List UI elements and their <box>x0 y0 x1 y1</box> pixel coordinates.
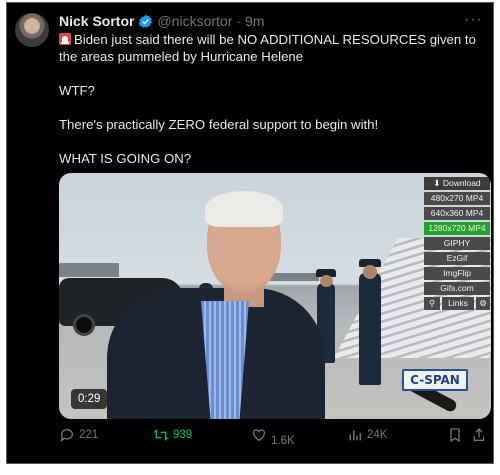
settings-icon[interactable]: ⚙ <box>476 297 490 310</box>
verified-badge-icon <box>139 14 153 28</box>
video-player[interactable]: ⬇ Download 480x270 MP4 640x360 MP4 1280x… <box>59 173 491 419</box>
video-duration: 0:29 <box>71 389 108 409</box>
reply-icon <box>60 429 73 442</box>
share-icon <box>473 428 485 441</box>
reply-count: 221 <box>79 429 99 441</box>
background-officer <box>359 273 381 385</box>
download-option-480[interactable]: 480x270 MP4 <box>424 192 490 205</box>
tweet-line-3: There's practically ZERO federal support… <box>59 117 379 132</box>
tweet-line-1: Biden just said there will be NO ADDITIO… <box>59 32 476 64</box>
tweet-actions: 221 939 1.6K 24K <box>55 427 485 451</box>
tweet-line-2: WTF? <box>59 83 95 98</box>
download-header[interactable]: ⬇ Download <box>424 177 490 190</box>
download-option-gifscom[interactable]: Gifs.com <box>424 282 490 295</box>
tweet-header: Nick Sortor @nicksortor · 9m ··· <box>59 11 483 31</box>
author-name[interactable]: Nick Sortor <box>59 13 134 29</box>
speaker-hair <box>205 191 283 227</box>
like-count: 1.6K <box>271 435 295 447</box>
repost-count: 939 <box>173 429 193 441</box>
tweet-line-4: WHAT IS GOING ON? <box>59 151 192 166</box>
analytics-icon <box>349 430 362 441</box>
reply-button[interactable]: 221 <box>59 427 98 443</box>
like-button[interactable]: 1.6K <box>251 427 295 447</box>
repost-icon <box>153 429 169 441</box>
download-panel: ⬇ Download 480x270 MP4 640x360 MP4 1280x… <box>424 177 490 310</box>
background-building <box>59 263 119 277</box>
views-button[interactable]: 24K <box>347 427 387 443</box>
avatar[interactable] <box>15 13 49 47</box>
download-icon: ⬇ <box>433 178 441 188</box>
bookmark-icon <box>450 428 460 443</box>
share-button[interactable] <box>471 427 487 443</box>
tweet-card: Nick Sortor @nicksortor · 9m ··· Biden j… <box>6 2 494 464</box>
download-option-giphy[interactable]: GIPHY <box>424 237 490 250</box>
download-option-1280[interactable]: 1280x720 MP4 <box>424 222 490 235</box>
separator-dot: · <box>236 13 242 29</box>
search-icon[interactable]: ⚲ <box>424 297 440 310</box>
author-handle[interactable]: @nicksortor <box>157 13 232 29</box>
links-button[interactable]: Links <box>442 297 474 310</box>
views-count: 24K <box>367 429 388 441</box>
heart-icon <box>253 429 265 442</box>
download-option-imgflip[interactable]: ImgFlip <box>424 267 490 280</box>
tweet-time[interactable]: 9m <box>245 13 264 29</box>
more-options-icon[interactable]: ··· <box>464 11 483 29</box>
bookmark-button[interactable] <box>447 427 463 443</box>
siren-icon <box>59 33 71 45</box>
cspan-watermark: C-SPAN <box>402 369 468 391</box>
repost-button[interactable]: 939 <box>153 427 192 443</box>
download-option-640[interactable]: 640x360 MP4 <box>424 207 490 220</box>
download-option-ezgif[interactable]: EzGif <box>424 252 490 265</box>
tweet-text: Biden just said there will be NO ADDITIO… <box>59 31 481 184</box>
